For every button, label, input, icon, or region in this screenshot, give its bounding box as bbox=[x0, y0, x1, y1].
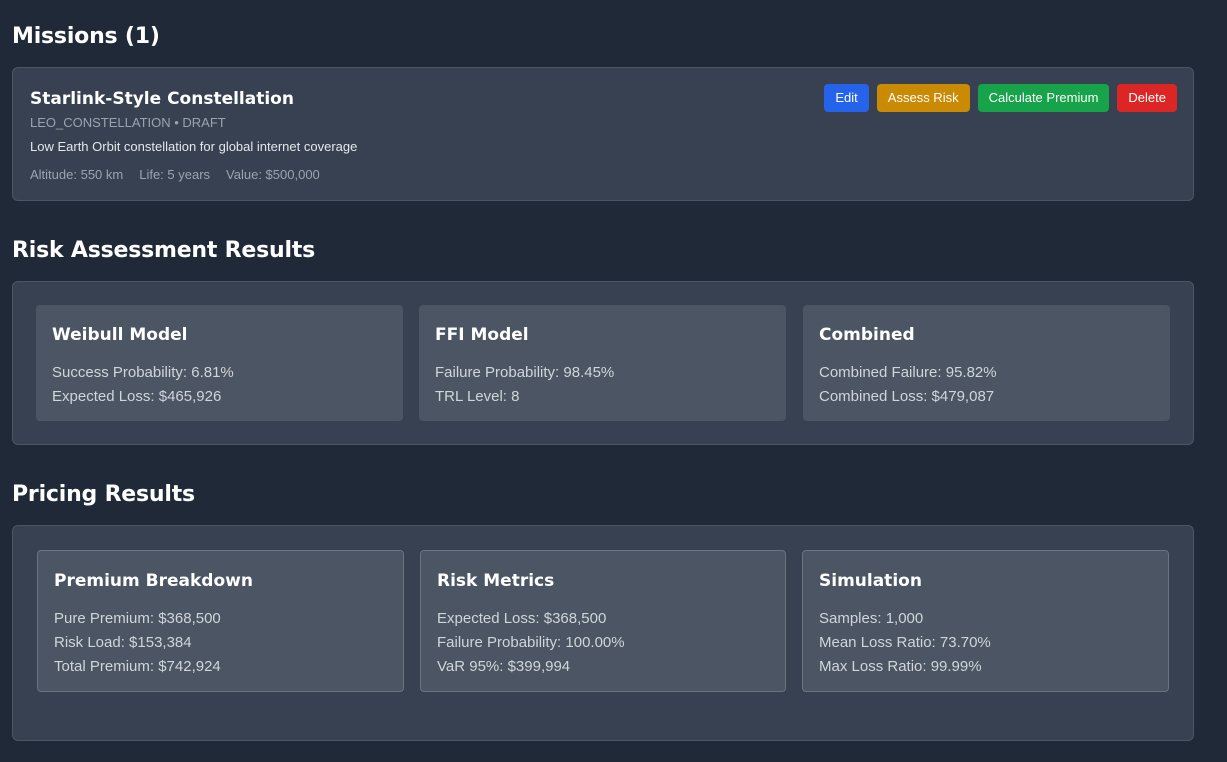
samples: Samples: 1,000 bbox=[819, 610, 924, 627]
combined-failure: Combined Failure: 95.82% bbox=[819, 364, 997, 381]
card-title: FFI Model bbox=[435, 325, 529, 345]
trl-level: TRL Level: 8 bbox=[435, 388, 520, 405]
failure-probability: Failure Probability: 100.00% bbox=[437, 634, 625, 651]
weibull-model-card: Weibull Model Success Probability: 6.81%… bbox=[36, 305, 403, 421]
missions-heading: Missions (1) bbox=[12, 24, 160, 49]
card-title: Weibull Model bbox=[52, 325, 188, 345]
risk-assessment-panel: Weibull Model Success Probability: 6.81%… bbox=[12, 281, 1194, 445]
mission-name: Starlink-Style Constellation bbox=[30, 89, 294, 109]
success-probability: Success Probability: 6.81% bbox=[52, 364, 234, 381]
calculate-premium-button[interactable]: Calculate Premium bbox=[977, 84, 1110, 112]
pricing-results-heading: Pricing Results bbox=[12, 482, 195, 507]
mission-card: Starlink-Style Constellation LEO_CONSTEL… bbox=[12, 67, 1194, 201]
risk-metrics-card: Risk Metrics Expected Loss: $368,500 Fai… bbox=[420, 550, 786, 692]
assess-risk-button[interactable]: Assess Risk bbox=[876, 84, 970, 112]
mean-loss-ratio: Mean Loss Ratio: 73.70% bbox=[819, 634, 991, 651]
pricing-results-panel: Premium Breakdown Pure Premium: $368,500… bbox=[12, 525, 1194, 741]
mission-value: Value: $500,000 bbox=[226, 167, 320, 182]
mission-actions: Edit Assess Risk Calculate Premium Delet… bbox=[824, 84, 1177, 112]
mission-type-status: LEO_CONSTELLATION • DRAFT bbox=[30, 115, 226, 130]
mission-meta: Altitude: 550 km Life: 5 years Value: $5… bbox=[30, 167, 320, 182]
combined-card: Combined Combined Failure: 95.82% Combin… bbox=[803, 305, 1170, 421]
var-95: VaR 95%: $399,994 bbox=[437, 658, 571, 675]
risk-load: Risk Load: $153,384 bbox=[54, 634, 192, 651]
combined-loss: Combined Loss: $479,087 bbox=[819, 388, 995, 405]
mission-description: Low Earth Orbit constellation for global… bbox=[30, 139, 358, 154]
simulation-card: Simulation Samples: 1,000 Mean Loss Rati… bbox=[802, 550, 1169, 692]
premium-breakdown-card: Premium Breakdown Pure Premium: $368,500… bbox=[37, 550, 404, 692]
card-title: Simulation bbox=[819, 571, 922, 591]
expected-loss: Expected Loss: $465,926 bbox=[52, 388, 222, 405]
edit-button[interactable]: Edit bbox=[824, 84, 869, 112]
delete-button[interactable]: Delete bbox=[1117, 84, 1177, 112]
card-title: Premium Breakdown bbox=[54, 571, 253, 591]
pure-premium: Pure Premium: $368,500 bbox=[54, 610, 221, 627]
page: Missions (1) Starlink-Style Constellatio… bbox=[0, 0, 1227, 762]
mission-altitude: Altitude: 550 km bbox=[30, 167, 124, 182]
card-title: Risk Metrics bbox=[437, 571, 555, 591]
total-premium: Total Premium: $742,924 bbox=[54, 658, 221, 675]
risk-assessment-heading: Risk Assessment Results bbox=[12, 238, 316, 263]
expected-loss: Expected Loss: $368,500 bbox=[437, 610, 607, 627]
ffi-model-card: FFI Model Failure Probability: 98.45% TR… bbox=[419, 305, 786, 421]
max-loss-ratio: Max Loss Ratio: 99.99% bbox=[819, 658, 982, 675]
mission-life: Life: 5 years bbox=[139, 167, 211, 182]
failure-probability: Failure Probability: 98.45% bbox=[435, 364, 615, 381]
card-title: Combined bbox=[819, 325, 915, 345]
